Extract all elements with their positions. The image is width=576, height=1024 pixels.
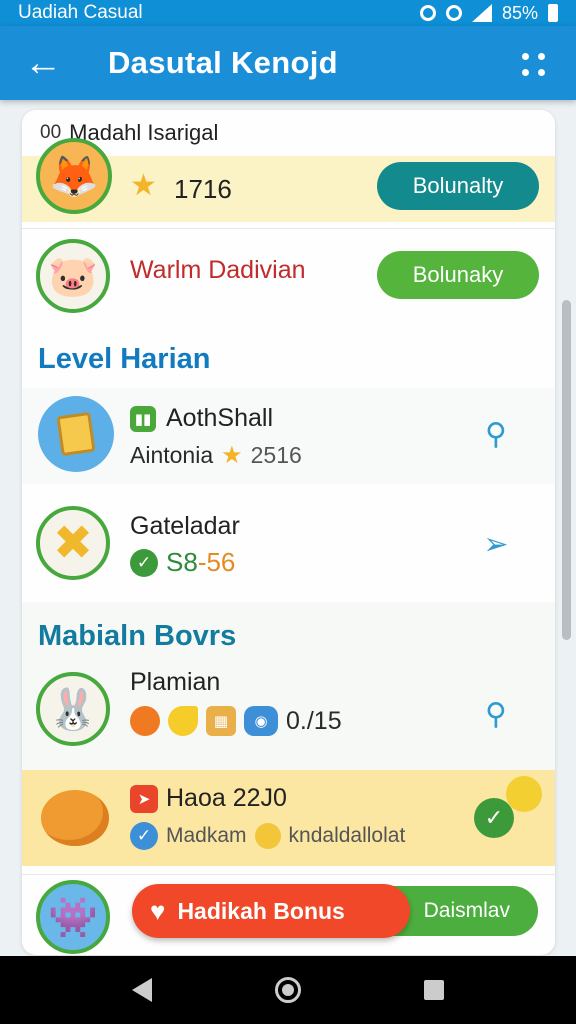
status-icons: 85%: [419, 2, 558, 24]
bolt-icon: ➤: [130, 784, 158, 813]
check-badge-icon: ✓: [130, 822, 158, 850]
orange-icon: [130, 706, 160, 736]
pig-avatar-icon: 🐷: [36, 239, 110, 313]
row6-title: Haoa 22J0: [166, 784, 287, 812]
dots-grid-icon: [522, 53, 529, 60]
signal-icon: [471, 4, 492, 22]
rewards-card: 00 Madahl Isarigal 🦊 ★ 1716 Bolunalty 🐷 …: [22, 110, 555, 955]
row1-value: 1716: [174, 174, 232, 204]
status-bar: Uadiah Casual 85%: [0, 0, 576, 26]
page-title: Dasutal Kenojd: [108, 45, 338, 80]
star-badge-icon: [506, 776, 542, 812]
row3-title-wrap: ▮▮ AothShall: [130, 404, 273, 433]
row6-sub-a: Madkam: [166, 824, 247, 847]
camera-icon: ◉: [244, 706, 278, 736]
status-app-name: Uadiah Casual: [18, 2, 143, 23]
row1-claim-button[interactable]: Bolunalty: [377, 162, 539, 210]
coin-icon: [254, 823, 281, 849]
dots-grid-icon-dot: [538, 69, 545, 76]
nav-recents-icon[interactable]: [424, 980, 445, 1000]
pin-icon[interactable]: ⚲: [474, 692, 518, 736]
pin-icon[interactable]: ⚲: [474, 412, 518, 456]
back-button[interactable]: ←: [0, 26, 86, 100]
more-options-button[interactable]: [496, 26, 576, 100]
bunny-avatar-icon: 🐰: [36, 672, 110, 746]
frame-picture-icon: [38, 396, 114, 472]
row5-value: 0./15: [286, 706, 342, 735]
card-heading: 00 Madahl Isarigal: [22, 110, 555, 156]
star-icon: ★: [221, 442, 243, 469]
divider: [22, 874, 555, 875]
row5-title: Plamian: [130, 668, 221, 696]
dots-grid-icon-dot: [538, 53, 545, 60]
row4-sub: ✓ S8 -56: [130, 547, 235, 578]
check-circle-icon: ✓: [130, 548, 158, 577]
calendar-icon: ▦: [206, 706, 236, 736]
battery-icon: [548, 4, 558, 22]
divider: [22, 228, 555, 229]
list-item-4[interactable]: ✖ Gateladar ✓ S8 -56 ➢: [22, 494, 555, 594]
star-icon: ★: [130, 169, 157, 202]
claim-bonus-button[interactable]: ♥ Hadikah Bonus: [132, 884, 410, 938]
fox-avatar-icon: 🦊: [36, 138, 112, 214]
row4-value-a: S8: [166, 547, 198, 577]
nav-back-icon[interactable]: [131, 978, 152, 1002]
system-nav-bar: [0, 956, 576, 1024]
claim-bonus-label: Hadikah Bonus: [177, 897, 345, 924]
row2-title: Warlm Dadivian: [130, 256, 306, 284]
monster-avatar-icon: 👾: [36, 880, 110, 954]
scrollbar[interactable]: [562, 300, 571, 640]
row6-sub-b: kndaldallolat: [288, 824, 406, 847]
dots-grid-icon-dot: [522, 69, 529, 76]
row6-sub: ✓ Madkam kndaldallolat: [130, 822, 405, 850]
location-icon: [419, 5, 436, 21]
list-item-3[interactable]: ▮▮ AothShall Aintonia ★ 2516 ⚲: [22, 388, 555, 484]
app-bar: ← Dasutal Kenojd: [0, 26, 576, 100]
chart-icon: ▮▮: [130, 405, 156, 432]
row4-title: Gateladar: [130, 512, 240, 540]
battery-text: 85%: [501, 2, 538, 23]
crab-avatar-icon: [32, 778, 118, 858]
row3-title: AothShall: [166, 404, 274, 432]
row3-sub: Aintonia ★ 2516: [130, 441, 302, 470]
heart-icon: ♥: [150, 895, 166, 926]
row2-claim-button[interactable]: Bolunaky: [377, 251, 539, 299]
row4-value-b: -56: [197, 547, 236, 577]
section-level-harian: Level Harian: [38, 343, 211, 375]
row3-sub-value: 2516: [250, 442, 302, 468]
arrow-left-icon: ←: [24, 41, 62, 84]
nav-home-icon[interactable]: [274, 977, 301, 1003]
list-item-5[interactable]: 🐰 Plamian ▦ ◉ 0./15 ⚲: [22, 662, 555, 766]
banana-icon: [168, 706, 198, 736]
send-icon[interactable]: ➢: [474, 522, 518, 566]
check-done-icon[interactable]: ✓: [474, 798, 514, 838]
row6-title-wrap: ➤ Haoa 22J0: [130, 784, 287, 813]
alarm-icon: [445, 5, 462, 21]
list-item-1: 🦊 ★ 1716 Bolunalty: [22, 138, 555, 222]
section-mabialn-bovrs: Mabialn Bovrs: [38, 620, 237, 652]
list-item-2: 🐷 Warlm Dadivian Bolunaky: [22, 230, 555, 326]
cross-tile-icon: ✖: [36, 506, 110, 580]
row3-sub-label: Aintonia: [130, 442, 214, 468]
row5-sub: ▦ ◉ 0./15: [130, 706, 342, 736]
list-item-6[interactable]: ➤ Haoa 22J0 ✓ Madkam kndaldallolat ✓: [22, 770, 555, 866]
